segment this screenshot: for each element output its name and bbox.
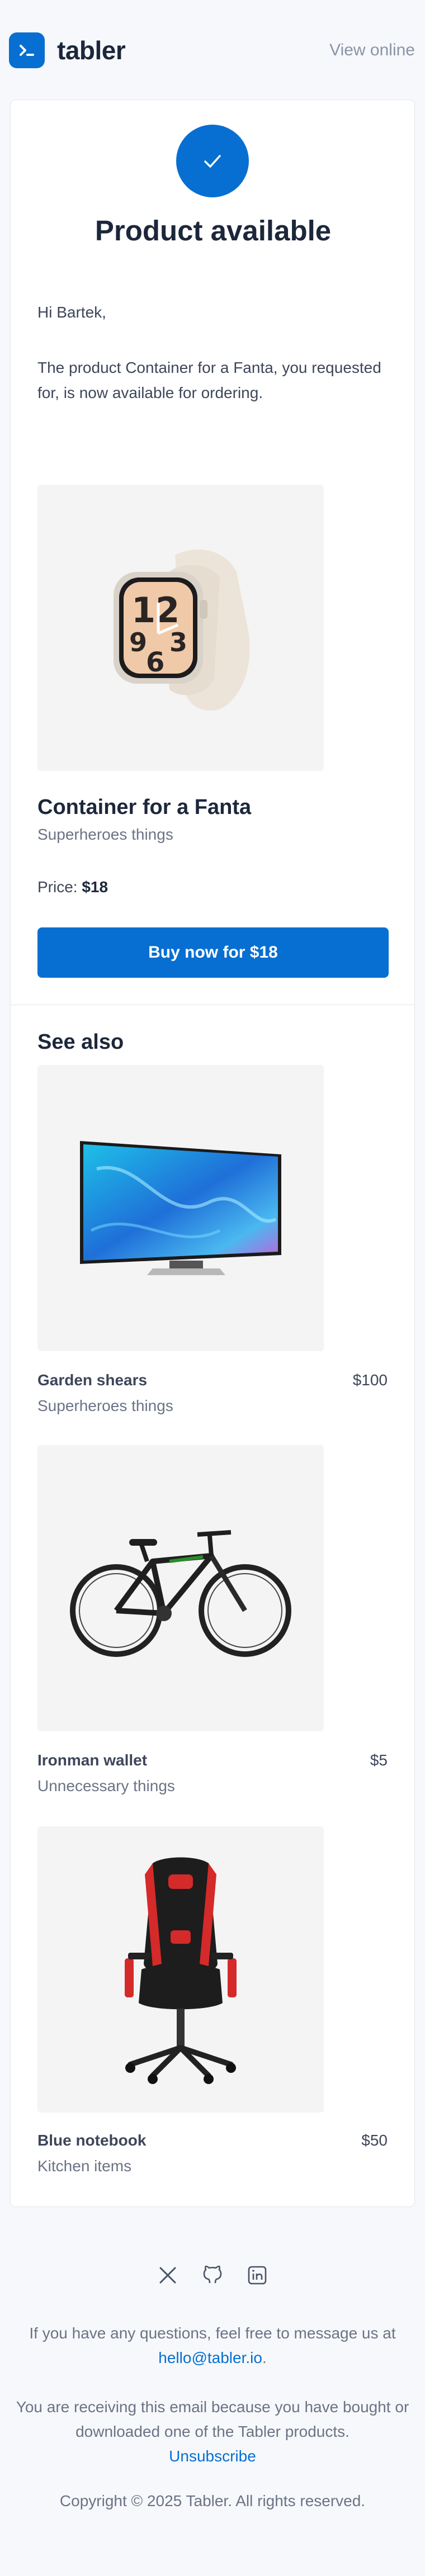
- svg-text:3: 3: [169, 627, 187, 657]
- smartwatch-image: 12 9 3 6: [114, 550, 250, 711]
- price-value: $18: [82, 878, 108, 896]
- unsubscribe-link[interactable]: Unsubscribe: [169, 2447, 256, 2465]
- linkedin-icon[interactable]: [245, 2263, 270, 2288]
- price-label: Price:: [37, 878, 78, 896]
- svg-text:6: 6: [146, 647, 164, 678]
- brand-name: tabler: [57, 36, 126, 65]
- buy-now-button[interactable]: Buy now for $18: [37, 927, 389, 978]
- x-icon[interactable]: [155, 2263, 180, 2288]
- svg-text:12: 12: [131, 590, 180, 631]
- questions-text: If you have any questions, feel free to …: [11, 2321, 414, 2370]
- email-card: Product available Hi Bartek, The product…: [10, 100, 415, 2207]
- related-item-price: $100: [352, 1371, 388, 1389]
- related-item-image[interactable]: [37, 1445, 324, 1731]
- questions-end: .: [262, 2349, 267, 2366]
- related-item-price: $5: [370, 1751, 388, 1769]
- svg-text:9: 9: [129, 627, 147, 657]
- brand[interactable]: tabler: [9, 32, 126, 68]
- tabler-logo-icon: [9, 32, 45, 68]
- receiving-label: You are receiving this email because you…: [16, 2398, 409, 2440]
- see-also-title: See also: [37, 1030, 124, 1054]
- related-item-name[interactable]: Blue notebook: [37, 2132, 146, 2149]
- related-item-category: Unnecessary things: [37, 1777, 175, 1794]
- related-item-name[interactable]: Ironman wallet: [37, 1751, 147, 1769]
- message-text: The product Container for a Fanta, you r…: [37, 359, 381, 401]
- copyright-text: Copyright © 2025 Tabler. All rights rese…: [59, 2492, 366, 2509]
- bicycle-image: [70, 1530, 291, 1657]
- related-item-image[interactable]: [37, 1065, 324, 1351]
- email-page: tabler View online Product available Hi …: [0, 0, 425, 2576]
- email-header: tabler View online: [0, 0, 425, 101]
- github-icon[interactable]: [200, 2263, 225, 2288]
- questions-label: If you have any questions, feel free to …: [29, 2324, 396, 2342]
- checkmark-icon: [176, 125, 249, 197]
- related-item-category: Kitchen items: [37, 2157, 132, 2175]
- related-item-price: $50: [361, 2132, 388, 2149]
- product-price: Price: $18: [37, 878, 108, 896]
- television-image: [80, 1141, 281, 1275]
- related-item-name[interactable]: Garden shears: [37, 1371, 147, 1389]
- product-image[interactable]: 12 9 3 6: [37, 485, 324, 771]
- social-links: [0, 2263, 425, 2288]
- view-online-link[interactable]: View online: [329, 41, 415, 60]
- related-item-category: Superheroes things: [37, 1397, 173, 1414]
- gaming-chair-image: [125, 1857, 237, 2084]
- product-name[interactable]: Container for a Fanta: [37, 795, 251, 820]
- greeting: Hi Bartek,: [37, 304, 106, 321]
- related-item-image[interactable]: [37, 1826, 324, 2113]
- receiving-text: You are receiving this email because you…: [11, 2395, 414, 2469]
- contact-email-link[interactable]: hello@tabler.io: [158, 2349, 262, 2366]
- email-title: Product available: [95, 215, 332, 247]
- product-category: Superheroes things: [37, 826, 173, 843]
